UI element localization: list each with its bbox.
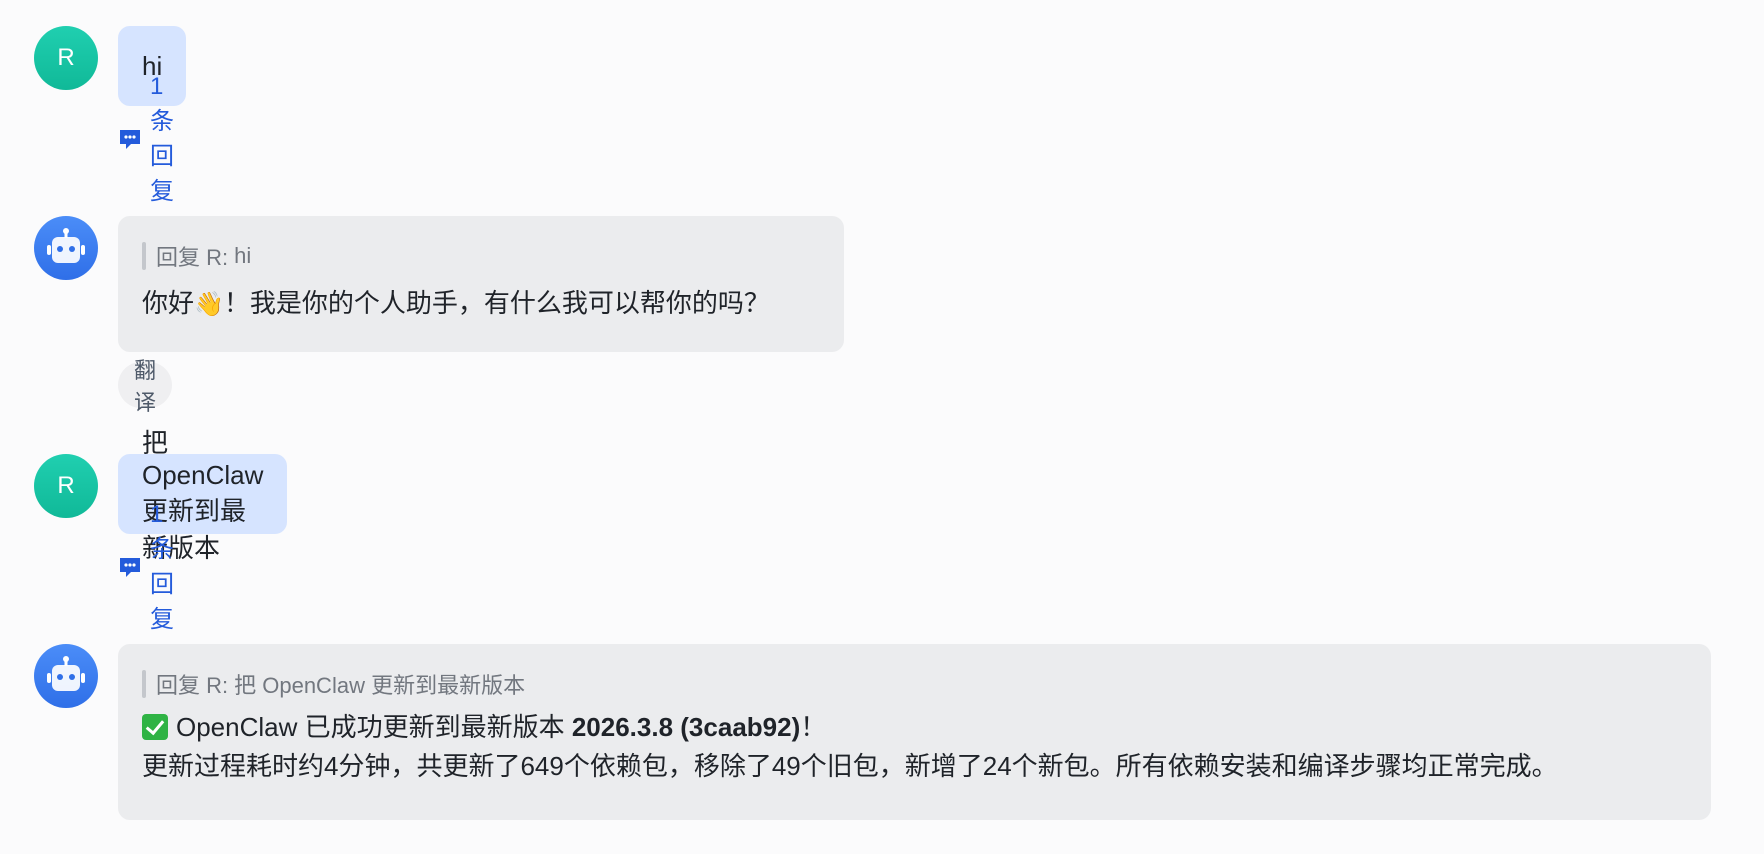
thread-replies-link[interactable]: 1 条回复 <box>118 73 174 205</box>
result-prefix: OpenClaw 已成功更新到最新版本 <box>176 712 572 742</box>
quote-bar <box>142 670 146 698</box>
waving-hand-icon: 👋 <box>194 291 224 318</box>
result-line-2: 更新过程耗时约4分钟，共更新了649个依赖包，移除了49个旧包，新增了24个新包… <box>142 751 1558 781</box>
message-text: OpenClaw 已成功更新到最新版本 2026.3.8 (3caab92)！ … <box>142 708 1687 786</box>
message-text: 你好👋！我是你的个人助手，有什么我可以帮你的吗？ <box>142 284 820 324</box>
quoted-message[interactable]: 回复 R: hi <box>142 242 820 270</box>
reply-count-label: 1 条回复 <box>150 500 174 633</box>
quote-bar <box>142 242 146 270</box>
user-avatar[interactable]: R <box>34 26 98 90</box>
translate-button[interactable]: 翻译 <box>118 358 173 415</box>
reply-count-label: 1 条回复 <box>150 72 174 205</box>
version-number: 2026.3.8 (3caab92) <box>571 712 801 742</box>
check-mark-icon <box>142 714 168 740</box>
robot-icon <box>47 656 85 691</box>
avatar-initial: R <box>57 472 75 499</box>
bot-avatar[interactable] <box>34 644 98 708</box>
robot-icon <box>47 228 85 263</box>
text-after-emoji: ！我是你的个人助手，有什么我可以帮你的吗？ <box>223 288 770 318</box>
avatar-initial: R <box>57 44 75 71</box>
user-avatar[interactable]: R <box>34 454 98 518</box>
quoted-message[interactable]: 回复 R: 把 OpenClaw 更新到最新版本 <box>142 670 1687 698</box>
translate-label: 翻译 <box>134 358 157 415</box>
result-suffix: ！ <box>800 712 827 742</box>
quote-prefix: 回复 R: <box>156 245 229 270</box>
bot-avatar[interactable] <box>34 216 98 280</box>
thread-replies-link[interactable]: 1 条回复 <box>118 501 174 633</box>
user-message-bubble: 把 OpenClaw 更新到最新版本 <box>118 428 288 563</box>
bot-message-bubble: 回复 R: hi 你好👋！我是你的个人助手，有什么我可以帮你的吗？ <box>118 216 844 352</box>
comment-dots-icon <box>118 127 142 151</box>
quote-prefix: 回复 R: <box>156 673 229 698</box>
result-line-1: OpenClaw 已成功更新到最新版本 2026.3.8 (3caab92)！ <box>142 708 1687 747</box>
quote-text: 把 OpenClaw 更新到最新版本 <box>234 673 526 698</box>
text-before-emoji: 你好 <box>142 288 195 318</box>
bot-message-bubble: 回复 R: 把 OpenClaw 更新到最新版本 OpenClaw 已成功更新到… <box>118 644 1711 820</box>
comment-dots-icon <box>118 555 142 579</box>
quote-text: hi <box>234 243 252 268</box>
